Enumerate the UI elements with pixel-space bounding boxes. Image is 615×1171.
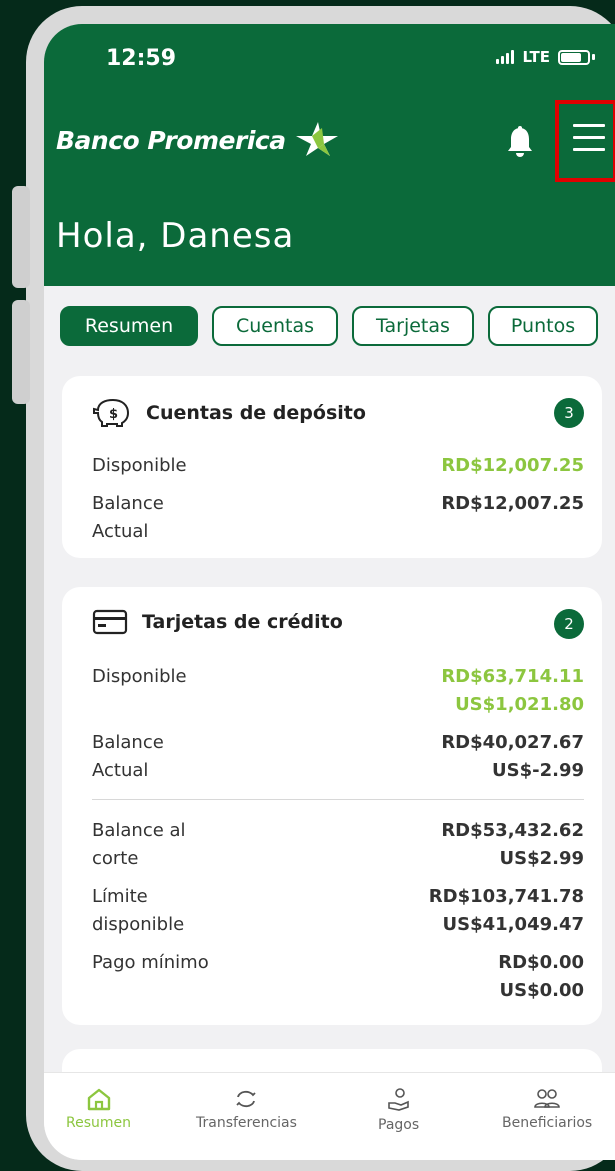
credit-min-label: Pago mínimo (92, 952, 209, 973)
credit-min-row: Pago mínimo RD$0.00 US$0.00 (92, 949, 584, 1005)
credit-min-rd: RD$0.00 (498, 952, 584, 973)
volume-up-button (12, 186, 30, 288)
credit-min-us: US$0.00 (499, 980, 584, 1001)
hamburger-icon (573, 124, 605, 160)
deposit-available-value: RD$12,007.25 (441, 455, 584, 476)
deposit-balance-value: RD$12,007.25 (441, 493, 584, 514)
tab-puntos[interactable]: Puntos (488, 306, 598, 346)
brand-name: Banco Promerica (56, 125, 286, 155)
credit-available-label: Disponible (92, 666, 187, 687)
status-time: 12:59 (106, 46, 177, 71)
credit-card-icon (92, 609, 128, 635)
credit-balance-rd: RD$40,027.67 (441, 732, 584, 753)
credit-divider (92, 799, 584, 800)
nav-pagos[interactable]: Pagos (378, 1087, 419, 1133)
nav-transferencias[interactable]: Transferencias (196, 1087, 297, 1131)
piggy-bank-icon: $ (93, 398, 130, 427)
nav-beneficiarios-label: Beneficiarios (502, 1115, 593, 1131)
credit-balance-us: US$-2.99 (492, 760, 584, 781)
brand-logo: Banco Promerica (56, 122, 340, 158)
deposit-balance-row: Balance Actual RD$12,007.25 (92, 490, 584, 546)
home-icon (87, 1088, 110, 1111)
status-indicators: LTE (496, 48, 595, 66)
deposit-card-title: $ Cuentas de depósito (92, 398, 366, 428)
signal-icon (496, 50, 515, 64)
people-icon (534, 1089, 560, 1108)
tab-cuentas[interactable]: Cuentas (212, 306, 338, 346)
deposit-available-label: Disponible (92, 455, 187, 476)
credit-cut-row: Balance al corte RD$53,432.62 US$2.99 (92, 817, 584, 873)
nav-resumen[interactable]: Resumen (66, 1087, 131, 1131)
tab-resumen[interactable]: Resumen (60, 306, 198, 346)
credit-balance-row: Balance Actual RD$40,027.67 US$-2.99 (92, 729, 584, 785)
credit-available-rd: RD$63,714.11 (441, 666, 584, 687)
credit-cards-card[interactable]: Tarjetas de crédito 2 Disponible RD$63,7… (62, 587, 602, 1025)
bell-icon[interactable] (506, 126, 534, 158)
nav-pagos-label: Pagos (378, 1117, 420, 1133)
nav-transferencias-label: Transferencias (196, 1115, 297, 1131)
stage: 12:59 LTE Banco Promerica Hola, Danesa R… (0, 0, 615, 1171)
battery-tip (592, 54, 595, 60)
credit-limit-label: Límite disponible (92, 886, 185, 935)
menu-button[interactable] (555, 100, 615, 182)
network-label: LTE (522, 48, 550, 66)
svg-text:$: $ (109, 407, 118, 422)
bottom-navigation: Resumen Transferencias Pagos Beneficiari… (44, 1072, 615, 1160)
credit-cut-us: US$2.99 (499, 848, 584, 869)
app-header: 12:59 LTE Banco Promerica Hola, Danesa (44, 24, 615, 286)
transfer-icon (236, 1090, 257, 1108)
summary-tabs: Resumen Cuentas Tarjetas Puntos (60, 306, 598, 346)
credit-cut-rd: RD$53,432.62 (441, 820, 584, 841)
volume-down-button (12, 300, 30, 404)
deposit-accounts-card[interactable]: $ Cuentas de depósito 3 Disponible RD$12… (62, 376, 602, 558)
deposit-available-row: Disponible RD$12,007.25 (92, 452, 584, 482)
nav-beneficiarios[interactable]: Beneficiarios (502, 1087, 592, 1131)
app-screen: 12:59 LTE Banco Promerica Hola, Danesa R… (44, 24, 615, 1160)
credit-count-badge: 2 (554, 609, 584, 639)
payment-icon (387, 1088, 409, 1111)
deposit-count-badge: 3 (554, 398, 584, 428)
tab-tarjetas[interactable]: Tarjetas (352, 306, 474, 346)
greeting: Hola, Danesa (56, 216, 295, 256)
credit-limit-rd: RD$103,741.78 (428, 886, 584, 907)
credit-title-text: Tarjetas de crédito (142, 611, 343, 633)
deposit-title-text: Cuentas de depósito (146, 402, 366, 424)
battery-icon (558, 49, 590, 65)
credit-limit-us: US$41,049.47 (442, 914, 584, 935)
credit-cut-label: Balance al corte (92, 820, 186, 869)
credit-balance-label: Balance Actual (92, 732, 164, 781)
credit-limit-row: Límite disponible RD$103,741.78 US$41,04… (92, 883, 584, 939)
credit-available-us: US$1,021.80 (455, 694, 584, 715)
credit-card-title: Tarjetas de crédito (92, 609, 343, 635)
credit-available-row: Disponible RD$63,714.11 US$1,021.80 (92, 663, 584, 719)
nav-resumen-label: Resumen (66, 1115, 132, 1131)
deposit-balance-label: Balance Actual (92, 493, 164, 542)
star-logo-icon (295, 122, 338, 156)
